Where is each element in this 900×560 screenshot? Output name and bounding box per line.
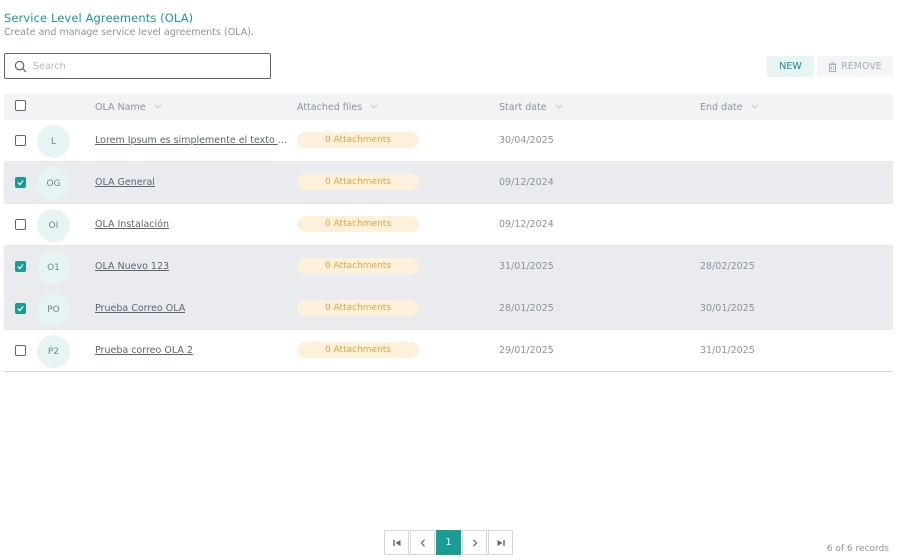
table-row[interactable]: PO Prueba Correo OLA 0 Attachments 28/01… (4, 288, 893, 330)
first-page-button[interactable] (384, 530, 409, 555)
start-date: 28/01/2025 (499, 303, 554, 314)
remove-button-label: REMOVE (841, 61, 882, 72)
page-title: Service Level Agreements (OLA) (4, 11, 194, 25)
row-checkbox[interactable] (15, 345, 26, 356)
search-icon (14, 60, 27, 72)
attachments-badge[interactable]: 0 Attachments (297, 342, 419, 358)
attachments-badge[interactable]: 0 Attachments (297, 174, 419, 190)
remove-button[interactable]: REMOVE (817, 56, 893, 77)
prev-page-button[interactable] (410, 530, 435, 555)
page-button-current[interactable]: 1 (436, 530, 461, 555)
table-row[interactable]: OG OLA General 0 Attachments 09/12/2024 (4, 162, 893, 204)
search-input[interactable] (33, 60, 253, 72)
select-all-checkbox[interactable] (15, 100, 26, 111)
pagination: 1 (384, 530, 514, 555)
header-start-date-label: Start date (499, 101, 547, 113)
header-end-date[interactable]: End date (700, 94, 759, 120)
chevron-down-icon (555, 104, 563, 109)
end-date: 28/02/2025 (700, 261, 755, 272)
ola-name-link[interactable]: Prueba correo OLA 2 (95, 345, 193, 356)
header-start-date[interactable]: Start date (499, 94, 563, 120)
attachments-badge[interactable]: 0 Attachments (297, 300, 419, 316)
row-checkbox[interactable] (15, 219, 26, 230)
header-attached-files[interactable]: Attached files (297, 94, 378, 120)
ola-name-link[interactable]: OLA General (95, 177, 155, 188)
new-button[interactable]: NEW (767, 56, 814, 77)
new-button-label: NEW (779, 61, 802, 72)
search-box[interactable] (4, 53, 271, 79)
avatar: O1 (37, 251, 70, 284)
start-date: 09/12/2024 (499, 177, 554, 188)
header-end-date-label: End date (700, 101, 743, 113)
row-checkbox[interactable] (15, 177, 26, 188)
table-header: OLA Name Attached files Start date End d… (4, 94, 893, 120)
ola-name-link[interactable]: OLA Nuevo 123 (95, 261, 169, 272)
start-date: 31/01/2025 (499, 261, 554, 272)
ola-name-link[interactable]: OLA Instalación (95, 219, 169, 230)
check-icon (17, 306, 24, 312)
avatar: OI (37, 209, 70, 242)
header-ola-name-label: OLA Name (95, 101, 146, 113)
page-subtitle: Create and manage service level agreemen… (4, 27, 254, 38)
first-page-icon (392, 539, 400, 546)
table-row[interactable]: O1 OLA Nuevo 123 0 Attachments 31/01/202… (4, 246, 893, 288)
header-attached-files-label: Attached files (297, 101, 363, 113)
header-ola-name[interactable]: OLA Name (95, 94, 162, 120)
start-date: 29/01/2025 (499, 345, 554, 356)
attachments-badge[interactable]: 0 Attachments (297, 258, 419, 274)
next-page-button[interactable] (462, 530, 487, 555)
start-date: 30/04/2025 (499, 135, 554, 146)
table-row[interactable]: OI OLA Instalación 0 Attachments 09/12/2… (4, 204, 893, 246)
last-page-icon (497, 539, 505, 546)
attachments-badge[interactable]: 0 Attachments (297, 132, 419, 148)
trash-icon (828, 61, 837, 72)
avatar: OG (37, 167, 70, 200)
ola-name-link[interactable]: Prueba Correo OLA (95, 303, 185, 314)
chevron-down-icon (751, 104, 758, 109)
chevron-right-icon (472, 538, 477, 547)
avatar: L (37, 125, 70, 158)
row-checkbox[interactable] (15, 135, 26, 146)
attachments-badge[interactable]: 0 Attachments (297, 216, 419, 232)
table-row[interactable]: L Lorem Ipsum es simplemente el texto de… (4, 120, 893, 162)
avatar: P2 (37, 335, 70, 368)
check-icon (17, 180, 24, 186)
table-row[interactable]: P2 Prueba correo OLA 2 0 Attachments 29/… (4, 330, 893, 372)
chevron-left-icon (420, 538, 425, 547)
end-date: 30/01/2025 (700, 303, 755, 314)
check-icon (17, 264, 24, 270)
chevron-down-icon (154, 104, 161, 109)
row-checkbox[interactable] (15, 303, 26, 314)
chevron-down-icon (370, 104, 378, 109)
ola-name-link[interactable]: Lorem Ipsum es simplemente el texto de .… (95, 135, 290, 146)
records-count: 6 of 6 records (826, 544, 889, 554)
start-date: 09/12/2024 (499, 219, 554, 230)
ola-table: OLA Name Attached files Start date End d… (4, 94, 893, 372)
last-page-button[interactable] (488, 530, 513, 555)
end-date: 31/01/2025 (700, 345, 755, 356)
avatar: PO (37, 293, 70, 326)
row-checkbox[interactable] (15, 261, 26, 272)
